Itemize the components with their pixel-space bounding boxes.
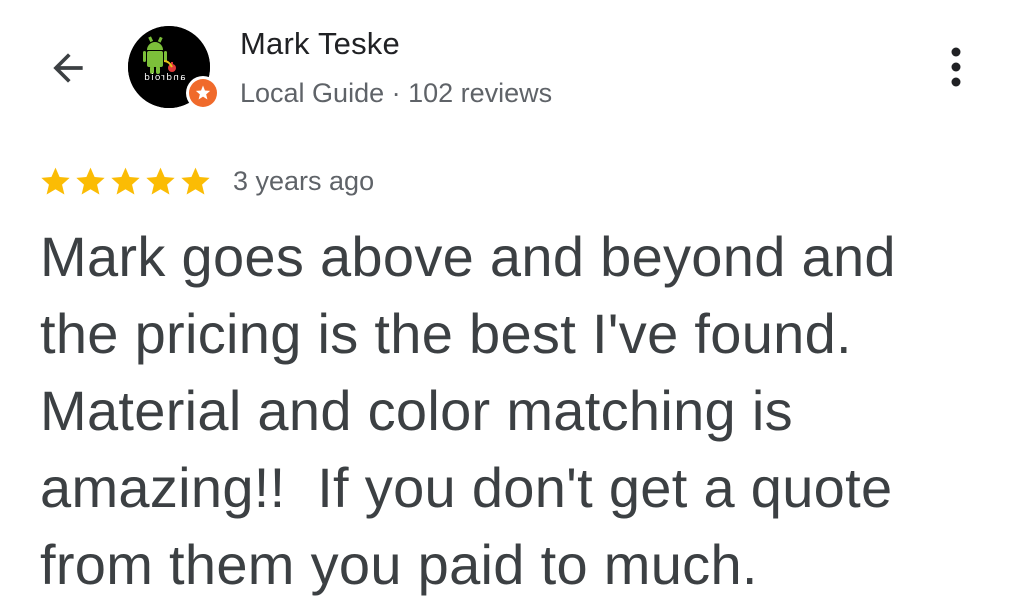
star-icon <box>181 167 210 194</box>
author-meta: Local Guide · 102 reviews <box>240 78 553 108</box>
star-icon <box>41 167 70 194</box>
star-icon <box>111 167 140 194</box>
author-name[interactable]: Mark Teske <box>240 26 400 62</box>
back-button[interactable] <box>36 38 100 98</box>
arrow-back-icon <box>53 53 83 83</box>
star-rating <box>38 164 213 199</box>
star-icon <box>76 167 105 194</box>
review-timestamp: 3 years ago <box>233 165 375 196</box>
more-options-button[interactable] <box>934 42 978 92</box>
more-vert-icon <box>951 47 961 87</box>
avatar-logo-text: android <box>143 73 186 83</box>
review-text: Mark goes above and beyond and the prici… <box>40 225 896 596</box>
local-guide-star-icon <box>195 85 211 100</box>
rating-row: 3 years ago <box>38 160 374 202</box>
local-guide-badge <box>186 76 220 110</box>
star-icon <box>146 167 175 194</box>
review-detail-screen: android Mark Teske Local Guide · 102 rev… <box>0 0 1024 607</box>
